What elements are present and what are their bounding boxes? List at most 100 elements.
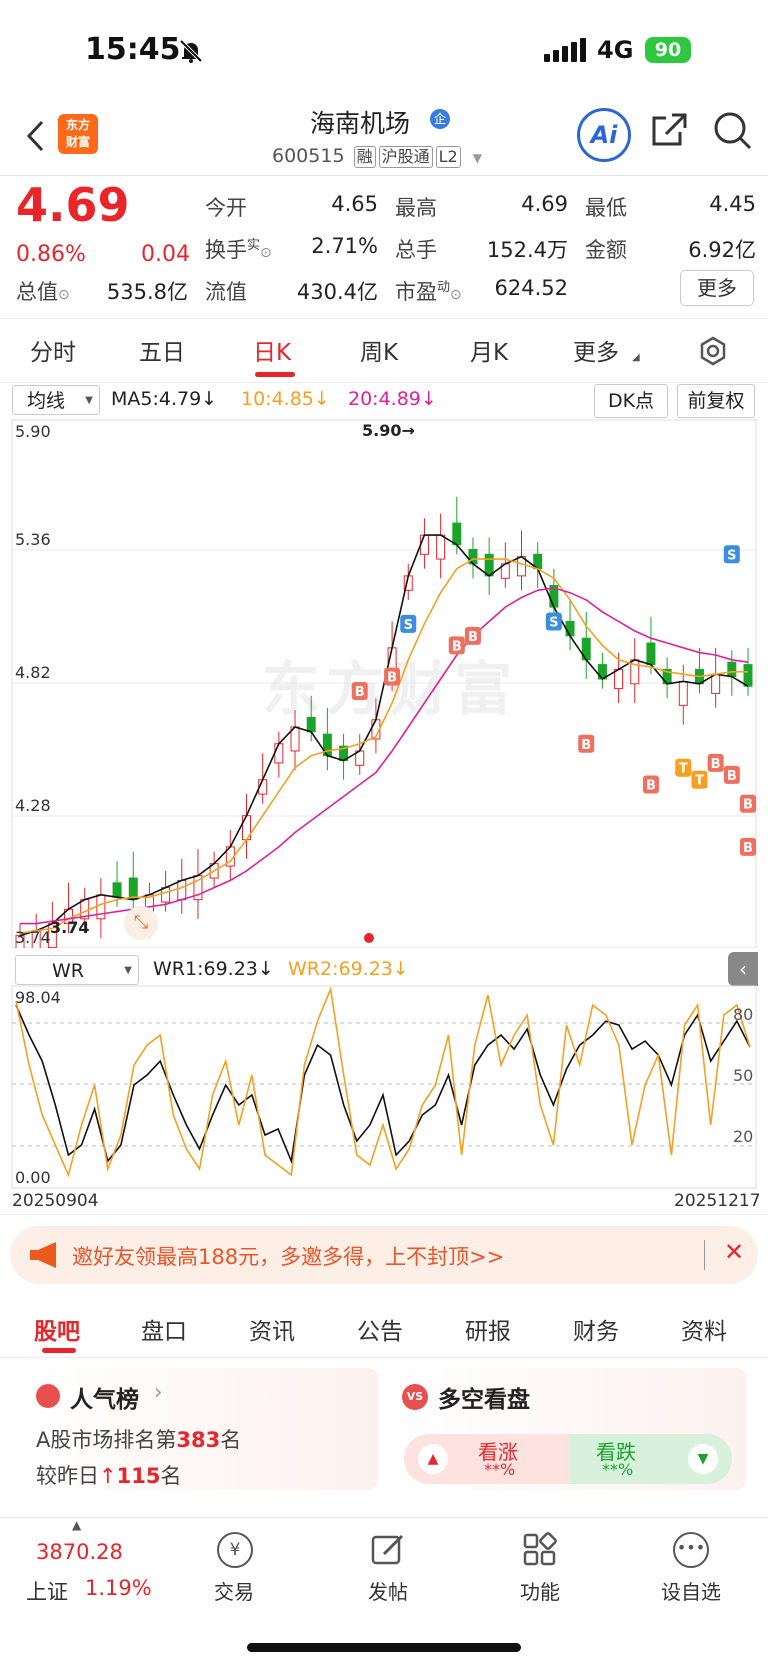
- wr-chart[interactable]: [0, 985, 768, 1190]
- kline-chart[interactable]: BBSBBSBBTTBSBBB: [0, 418, 768, 948]
- candle-body: [306, 716, 316, 733]
- volume-label: 总手: [395, 238, 437, 262]
- tab-pankou[interactable]: 盘口: [141, 1312, 187, 1346]
- bull-button[interactable]: ▲ 看涨 **%: [404, 1434, 570, 1484]
- wr-select[interactable]: WR ▼: [15, 955, 139, 985]
- pe-value: 624.52: [494, 276, 568, 300]
- amount-label: 金额: [585, 238, 627, 262]
- share-icon[interactable]: [650, 110, 690, 150]
- divider: [0, 382, 768, 383]
- bear-button[interactable]: 看跌 **% ▼: [570, 1434, 732, 1484]
- y-tick: 5.90: [15, 422, 51, 441]
- info-icon[interactable]: ⊙: [450, 287, 462, 303]
- promo-banner[interactable]: 邀好友领最高188元，多邀多得，上不封顶>> ✕: [10, 1226, 758, 1284]
- more-dots-icon: •••: [673, 1532, 709, 1568]
- info-icon[interactable]: ⊙: [58, 287, 70, 303]
- caret-up-icon: ▲: [72, 1518, 82, 1532]
- signal-marker-label: B: [468, 630, 478, 645]
- ma-select[interactable]: 均线 ▼: [12, 385, 100, 415]
- dk-point-button[interactable]: DK点: [594, 384, 668, 418]
- tab-guba[interactable]: 股吧: [34, 1312, 80, 1346]
- high-label: 最高: [395, 196, 437, 220]
- search-icon[interactable]: [712, 110, 754, 152]
- nav-post[interactable]: 发帖: [348, 1528, 428, 1618]
- signal-marker-label: B: [727, 769, 737, 784]
- tab-news[interactable]: 资讯: [249, 1312, 295, 1346]
- signal-marker-label: S: [727, 548, 736, 563]
- y-tick: 3.74: [15, 928, 51, 947]
- open-label: 今开: [205, 196, 247, 220]
- sentiment-card: VS 多空看盘 ▲ 看涨 **% 看跌 **% ▼: [390, 1368, 746, 1490]
- turnover-sup: 实: [247, 238, 261, 253]
- float-value: 430.4亿: [296, 280, 378, 304]
- expand-icon[interactable]: ⤡: [124, 906, 158, 940]
- tab-research[interactable]: 研报: [465, 1312, 511, 1346]
- tab-daily-k[interactable]: 日K: [253, 333, 291, 367]
- bull-value: **%: [484, 1460, 516, 1479]
- signal-marker-label: B: [452, 639, 462, 654]
- stock-code: 600515: [272, 145, 345, 167]
- info-icon[interactable]: ⊙: [260, 245, 272, 261]
- nav-watchlist[interactable]: ••• 设自选: [652, 1528, 732, 1618]
- index-widget[interactable]: ▲ 3870.28 上证 1.19%: [0, 1518, 160, 1618]
- ma20-legend: 20:4.89↓: [348, 388, 437, 410]
- tab-finance[interactable]: 财务: [573, 1312, 619, 1346]
- edit-icon: [371, 1534, 404, 1565]
- collapse-panel-button[interactable]: ‹: [728, 952, 758, 986]
- high-value: 4.69: [521, 192, 568, 216]
- stock-name: 海南机场: [310, 109, 411, 138]
- candle-body: [727, 661, 737, 678]
- status-bar: 15:45 4G 90: [0, 0, 768, 100]
- nav-functions[interactable]: 功能: [500, 1528, 580, 1618]
- tag-l2: L2: [435, 146, 461, 168]
- candle-body: [436, 534, 446, 560]
- logo-line1: 东方: [65, 118, 90, 132]
- signal-marker-label: B: [743, 798, 753, 813]
- adjust-button[interactable]: 前复权: [677, 384, 755, 418]
- signal-marker-label: B: [646, 779, 656, 794]
- index-change: 1.19%: [85, 1576, 152, 1600]
- popularity-card[interactable]: 人气榜 › A股市场排名第383名 较昨日↑115名: [22, 1368, 378, 1490]
- rank-change-prefix: 较昨日: [36, 1464, 99, 1488]
- close-icon[interactable]: ✕: [724, 1238, 744, 1266]
- low-value: 4.45: [709, 192, 756, 216]
- current-day-dot: [364, 933, 374, 943]
- nav-functions-label: 功能: [520, 1580, 560, 1604]
- signal-marker-label: S: [404, 618, 413, 633]
- tab-intraday[interactable]: 分时: [30, 333, 76, 367]
- tab-announcements[interactable]: 公告: [357, 1312, 403, 1346]
- nav-trade[interactable]: ¥ 交易: [196, 1528, 276, 1618]
- tab-weekly-k[interactable]: 周K: [360, 333, 398, 367]
- float-label: 流值: [205, 280, 247, 304]
- tab-profile[interactable]: 资料: [681, 1312, 727, 1346]
- triangle-down-icon: ▼: [688, 1444, 718, 1474]
- wr-bottom-value: 0.00: [15, 1168, 51, 1187]
- stock-header: 东方 财富 海南机场 企 600515 融沪股通 L2 ▼ Ai: [0, 100, 768, 176]
- signal-marker-label: S: [549, 615, 558, 630]
- candle-body: [614, 668, 624, 690]
- chart-bar-icon: [36, 1384, 60, 1408]
- candle-body: [112, 882, 122, 898]
- candle-body: [177, 879, 187, 901]
- active-tab-indicator: [255, 372, 295, 377]
- dropdown-caret-icon[interactable]: ▼: [473, 151, 482, 165]
- max-price-label: 5.90→: [362, 421, 415, 440]
- signal-marker-label: B: [711, 757, 721, 772]
- signal-marker-label: B: [355, 685, 365, 700]
- tab-five-day[interactable]: 五日: [139, 333, 185, 367]
- ai-button[interactable]: Ai: [577, 108, 631, 162]
- candle-body: [484, 553, 494, 577]
- tab-monthly-k[interactable]: 月K: [470, 333, 508, 367]
- banner-text: 邀好友领最高188元，多邀多得，上不封顶>>: [72, 1245, 505, 1269]
- ma5-legend: MA5:4.79↓: [111, 388, 218, 410]
- more-button[interactable]: 更多: [680, 270, 754, 306]
- battery-indicator: 90: [645, 37, 691, 63]
- last-price: 4.69: [16, 178, 130, 232]
- back-arrow-icon[interactable]: [24, 118, 48, 154]
- tab-more[interactable]: 更多: [573, 333, 619, 367]
- wr-level-50: 50: [733, 1066, 754, 1085]
- low-label: 最低: [585, 196, 627, 220]
- candles: [15, 496, 753, 948]
- settings-gear-icon[interactable]: [698, 336, 728, 366]
- divider: [704, 1240, 705, 1270]
